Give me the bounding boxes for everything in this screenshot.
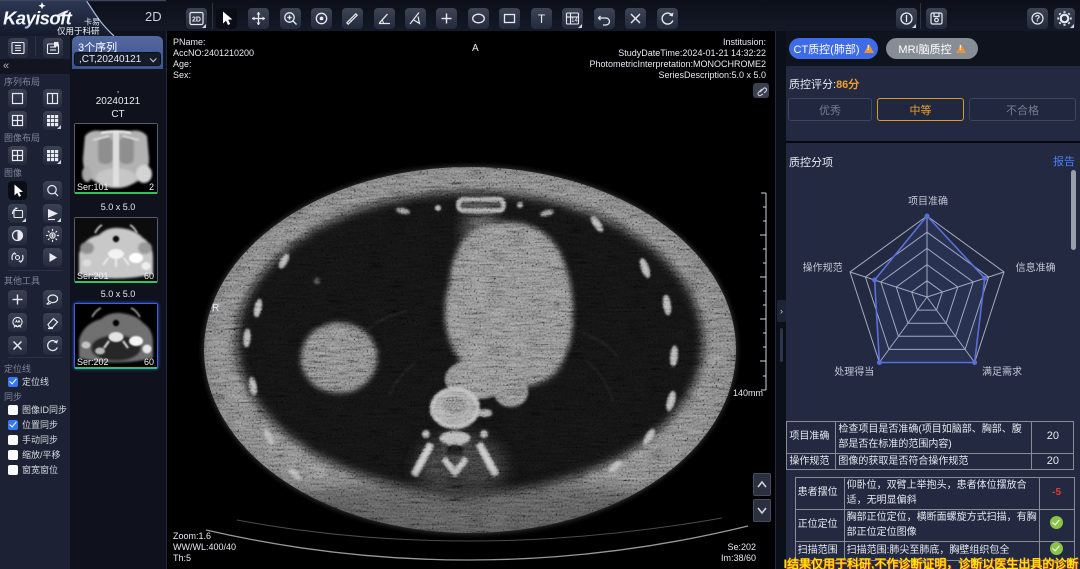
- svg-text:信息准确: 信息准确: [1016, 261, 1056, 274]
- svg-text:14: 14: [571, 18, 578, 24]
- svg-text:操作规范: 操作规范: [803, 261, 843, 274]
- svg-text:卡易: 卡易: [84, 17, 100, 27]
- svg-text:?: ?: [1035, 14, 1041, 24]
- svg-text:处理得当: 处理得当: [834, 365, 874, 378]
- svg-text:项目准确: 项目准确: [908, 195, 948, 208]
- svg-text:2D: 2D: [192, 17, 201, 24]
- svg-text:仅用于科研: 仅用于科研: [57, 26, 100, 36]
- svg-text:T: T: [538, 12, 546, 26]
- svg-text:满足需求: 满足需求: [982, 366, 1022, 378]
- svg-text:140mm: 140mm: [733, 388, 763, 398]
